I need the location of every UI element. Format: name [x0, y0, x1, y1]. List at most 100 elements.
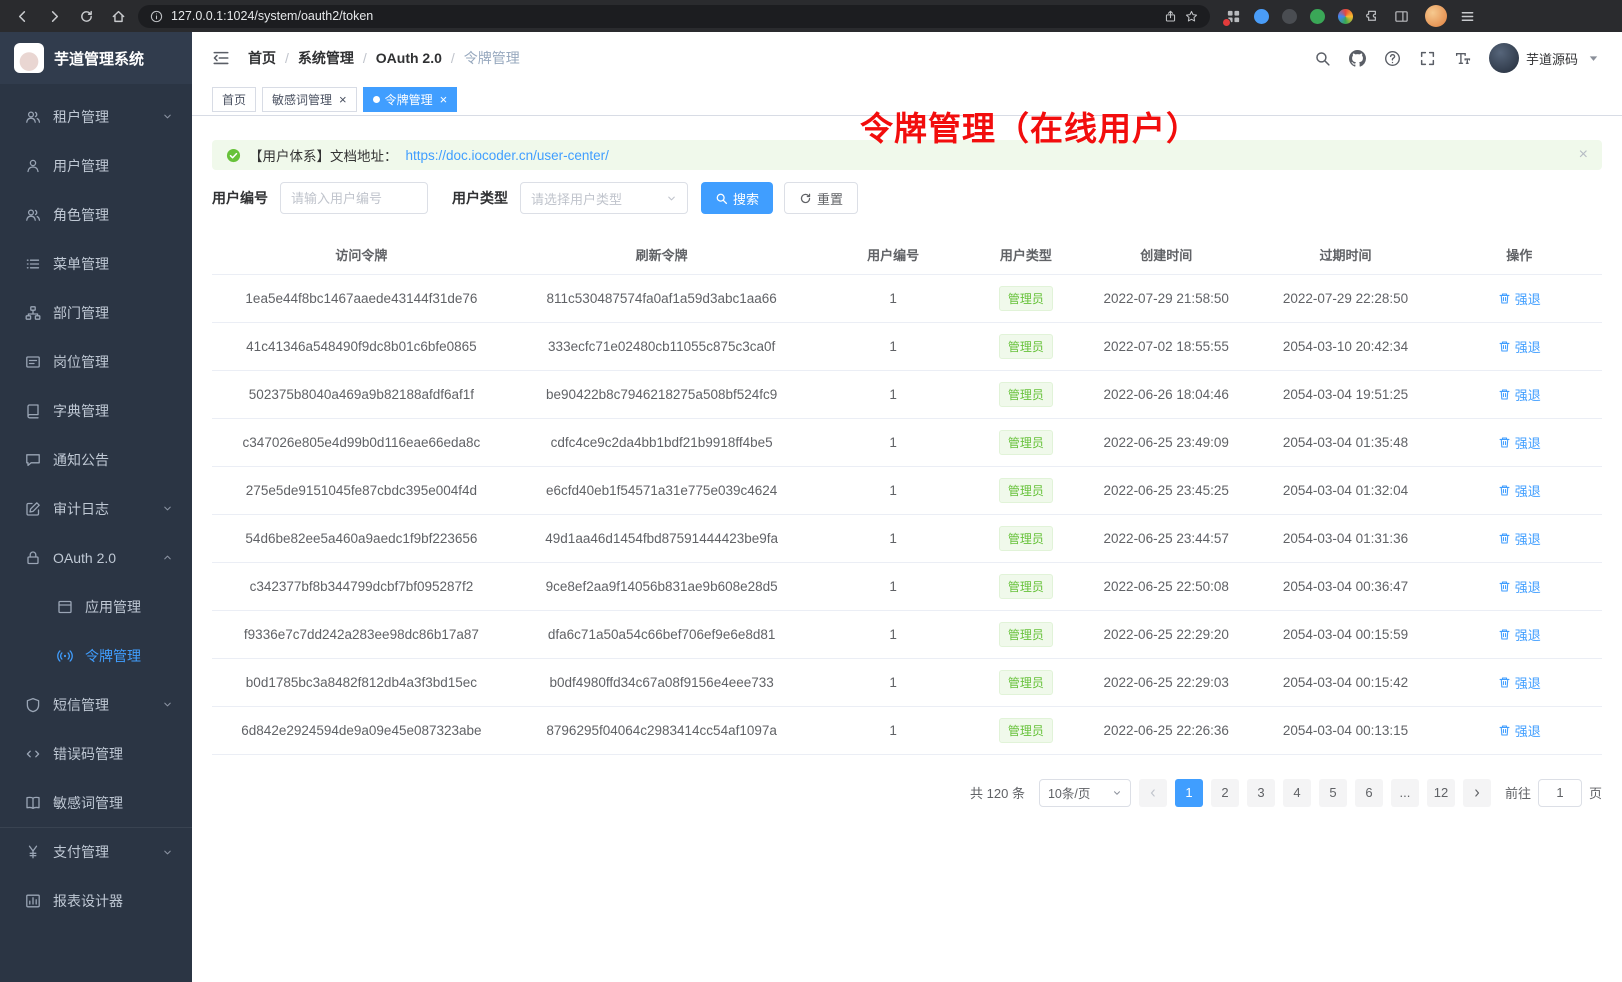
pager-goto: 前往 页 — [1505, 779, 1602, 807]
pager-page-5[interactable]: 5 — [1319, 779, 1347, 807]
trash-icon — [1498, 676, 1511, 689]
help-icon[interactable] — [1384, 50, 1401, 67]
sidebar-item-oauth2-token[interactable]: 令牌管理 — [0, 631, 192, 680]
browser-url-bar[interactable]: 127.0.0.1:1024/system/oauth2/token — [138, 5, 1210, 28]
extension-grid-icon[interactable] — [1226, 9, 1241, 24]
force-logout-button[interactable]: 强退 — [1498, 721, 1541, 740]
force-logout-button[interactable]: 强退 — [1498, 529, 1541, 548]
sidebar-item-label: 租户管理 — [53, 107, 109, 127]
force-logout-button[interactable]: 强退 — [1498, 385, 1541, 404]
fullscreen-icon[interactable] — [1419, 50, 1436, 67]
sidebar-collapse-icon[interactable] — [212, 49, 230, 67]
browser-home-icon[interactable] — [106, 4, 130, 28]
cell-access-token: 1ea5e44f8bc1467aaede43144f31de76 — [212, 274, 511, 322]
sidebar-item-post[interactable]: 岗位管理 — [0, 337, 192, 386]
pager-page-6[interactable]: 6 — [1355, 779, 1383, 807]
force-logout-button[interactable]: 强退 — [1498, 625, 1541, 644]
breadcrumb-item[interactable]: OAuth 2.0 — [376, 50, 442, 66]
pager-page-12[interactable]: 12 — [1427, 779, 1455, 807]
sidebar-item-error-code[interactable]: 错误码管理 — [0, 729, 192, 778]
pager-page-1[interactable]: 1 — [1175, 779, 1203, 807]
sidebar-item-menu[interactable]: 菜单管理 — [0, 239, 192, 288]
reset-button[interactable]: 重置 — [784, 182, 858, 214]
bookmark-star-icon[interactable] — [1185, 10, 1198, 23]
sidebar-item-pay[interactable]: 支付管理 — [0, 827, 192, 876]
table-row: 6d842e2924594de9a09e45e087323abe 8796295… — [212, 706, 1602, 754]
pager-prev-button[interactable] — [1139, 779, 1167, 807]
pager-next-button[interactable] — [1463, 779, 1491, 807]
user-menu[interactable]: 芋道源码 — [1489, 43, 1602, 73]
cell-create-time: 2022-06-25 22:26:36 — [1078, 706, 1255, 754]
force-logout-button[interactable]: 强退 — [1498, 481, 1541, 500]
user-type-badge: 管理员 — [999, 526, 1053, 551]
tab-home[interactable]: 首页 — [212, 87, 256, 112]
breadcrumb-item[interactable]: 系统管理 — [298, 48, 354, 68]
chevron-down-icon — [158, 699, 176, 710]
tab-close-icon[interactable]: × — [339, 93, 347, 106]
tab-label: 敏感词管理 — [272, 91, 332, 108]
pager-ellipsis[interactable]: ... — [1391, 779, 1419, 807]
side-panel-icon[interactable] — [1394, 9, 1409, 24]
sidebar-item-oauth2[interactable]: OAuth 2.0 — [0, 533, 192, 582]
sidebar-item-sensitive[interactable]: 敏感词管理 — [0, 778, 192, 827]
font-size-icon[interactable] — [1454, 50, 1471, 67]
force-logout-button[interactable]: 强退 — [1498, 577, 1541, 596]
user-type-select[interactable]: 请选择用户类型 — [520, 182, 688, 214]
alert-close-icon[interactable]: × — [1579, 146, 1588, 164]
sidebar-item-audit-log[interactable]: 审计日志 — [0, 484, 192, 533]
pager-page-4[interactable]: 4 — [1283, 779, 1311, 807]
force-logout-button[interactable]: 强退 — [1498, 289, 1541, 308]
search-icon[interactable] — [1314, 50, 1331, 67]
github-icon[interactable] — [1349, 50, 1366, 67]
cell-access-token: c342377bf8b344799dcbf7bf095287f2 — [212, 562, 511, 610]
sidebar-item-notice[interactable]: 通知公告 — [0, 435, 192, 484]
user-type-badge: 管理员 — [999, 574, 1053, 599]
force-logout-button[interactable]: 强退 — [1498, 673, 1541, 692]
cell-refresh-token: 333ecfc71e02480cb11055c875c3ca0f — [511, 322, 813, 370]
sidebar-item-role[interactable]: 角色管理 — [0, 190, 192, 239]
sidebar-item-report[interactable]: 报表设计器 — [0, 876, 192, 925]
tab-token[interactable]: 令牌管理 × — [363, 87, 458, 112]
page-size-select[interactable]: 10条/页 — [1039, 779, 1131, 807]
extension-colorful-icon[interactable] — [1338, 9, 1353, 24]
pager-page-2[interactable]: 2 — [1211, 779, 1239, 807]
extension-green-icon[interactable] — [1310, 9, 1325, 24]
sidebar-item-dict[interactable]: 字典管理 — [0, 386, 192, 435]
pager-goto-input[interactable] — [1538, 779, 1582, 807]
site-info-icon[interactable] — [150, 10, 163, 23]
sidebar-item-oauth2-app[interactable]: 应用管理 — [0, 582, 192, 631]
sidebar-item-sms[interactable]: 短信管理 — [0, 680, 192, 729]
tab-close-icon[interactable]: × — [440, 93, 448, 106]
sidebar-item-tenant[interactable]: 租户管理 — [0, 92, 192, 141]
browser-profile-avatar[interactable] — [1425, 5, 1447, 27]
browser-menu-icon[interactable] — [1455, 4, 1479, 28]
user-type-badge: 管理员 — [999, 622, 1053, 647]
force-logout-button[interactable]: 强退 — [1498, 337, 1541, 356]
caret-down-icon — [1585, 50, 1602, 67]
alert-doc-link[interactable]: https://doc.iocoder.cn/user-center/ — [406, 148, 609, 163]
extension-blue-icon[interactable] — [1254, 9, 1269, 24]
sidebar: 芋道管理系统 租户管理 用户管理 角色管理 菜单管理 部门管理 岗位管理 字典管… — [0, 32, 192, 982]
url-text: 127.0.0.1:1024/system/oauth2/token — [171, 9, 373, 23]
user-id-input[interactable] — [280, 182, 428, 214]
cell-expire-time: 2054-03-04 00:13:15 — [1254, 706, 1436, 754]
cell-access-token: 275e5de9151045fe87cbdc395e004f4d — [212, 466, 511, 514]
puzzle-extensions-icon[interactable] — [1366, 9, 1381, 24]
force-logout-button[interactable]: 强退 — [1498, 433, 1541, 452]
cell-create-time: 2022-06-25 23:44:57 — [1078, 514, 1255, 562]
yen-icon — [24, 844, 42, 860]
browser-reload-icon[interactable] — [74, 4, 98, 28]
pager-page-3[interactable]: 3 — [1247, 779, 1275, 807]
tab-sensitive-word[interactable]: 敏感词管理 × — [262, 87, 357, 112]
cell-create-time: 2022-07-02 18:55:55 — [1078, 322, 1255, 370]
sidebar-item-dept[interactable]: 部门管理 — [0, 288, 192, 337]
share-icon[interactable] — [1164, 10, 1177, 23]
search-button[interactable]: 搜索 — [701, 182, 773, 214]
app-logo[interactable]: 芋道管理系统 — [0, 32, 192, 84]
browser-forward-icon[interactable] — [42, 4, 66, 28]
sidebar-item-user[interactable]: 用户管理 — [0, 141, 192, 190]
breadcrumb-item[interactable]: 首页 — [248, 48, 276, 68]
column-header: 刷新令牌 — [511, 236, 813, 274]
extension-dark-icon[interactable] — [1282, 9, 1297, 24]
browser-back-icon[interactable] — [10, 4, 34, 28]
